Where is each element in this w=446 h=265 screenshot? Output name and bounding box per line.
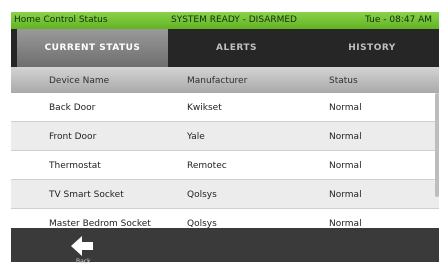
table-row[interactable]: TV Smart Socket Qolsys Normal — [11, 180, 439, 209]
table-scrollbar[interactable] — [435, 93, 439, 197]
column-device-name: Device Name — [49, 76, 110, 86]
manufacturer: Yale — [187, 132, 205, 142]
device-name: Thermostat — [49, 161, 101, 171]
device-name: Front Door — [49, 132, 97, 142]
device-name: TV Smart Socket — [49, 190, 124, 200]
table-row[interactable]: Thermostat Remotec Normal — [11, 151, 439, 180]
back-button[interactable]: Back — [66, 236, 106, 265]
device-table: Device Name Manufacturer Status Back Doo… — [11, 67, 439, 228]
tab-bar: CURRENT STATUS ALERTS HISTORY — [11, 29, 439, 67]
table-row[interactable]: Master Bedrom Socket Qolsys Normal — [11, 209, 439, 228]
date-time: Tue - 08:47 AM — [365, 15, 433, 25]
arrow-left-icon — [71, 236, 93, 256]
manufacturer: Kwikset — [187, 103, 222, 113]
tab-history[interactable]: HISTORY — [305, 29, 439, 67]
manufacturer: Remotec — [187, 161, 227, 171]
tab-alerts[interactable]: ALERTS — [168, 29, 305, 67]
device-status: Normal — [329, 132, 362, 142]
device-status: Normal — [329, 161, 362, 171]
device-status: Normal — [329, 103, 362, 113]
device-name: Master Bedrom Socket — [49, 219, 151, 228]
column-status: Status — [329, 76, 358, 86]
table-body[interactable]: Back Door Kwikset Normal Front Door Yale… — [11, 93, 439, 228]
device-status: Normal — [329, 219, 362, 228]
footer-bar: Back — [11, 228, 439, 265]
manufacturer: Qolsys — [187, 190, 217, 200]
device-status: Normal — [329, 190, 362, 200]
table-row[interactable]: Front Door Yale Normal — [11, 122, 439, 151]
column-manufacturer: Manufacturer — [187, 76, 248, 86]
tab-current-status[interactable]: CURRENT STATUS — [17, 29, 168, 67]
status-header: Home Control Status SYSTEM READY - DISAR… — [11, 12, 439, 29]
table-row[interactable]: Back Door Kwikset Normal — [11, 93, 439, 122]
header-title: Home Control Status — [14, 15, 108, 25]
device-name: Back Door — [49, 103, 96, 113]
table-header: Device Name Manufacturer Status — [11, 67, 439, 93]
manufacturer: Qolsys — [187, 219, 217, 228]
system-status: SYSTEM READY - DISARMED — [171, 15, 297, 25]
